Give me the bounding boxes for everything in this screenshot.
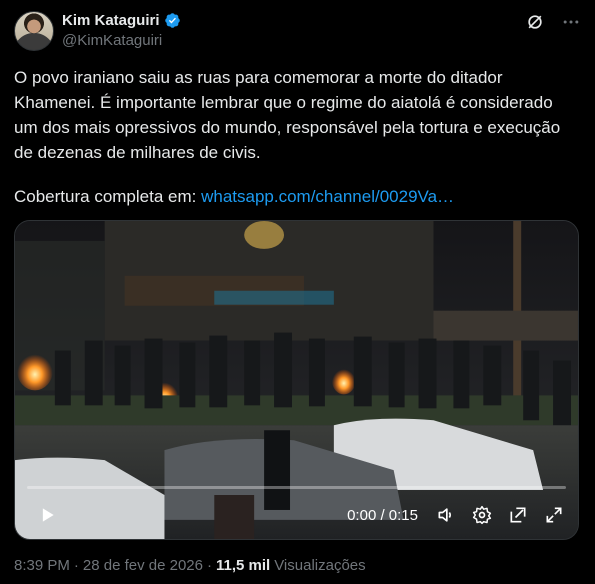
fullscreen-icon[interactable] [542,503,566,527]
views-count: 11,5 mil [215,557,271,574]
video-controls: 0:00 / 0:15 [15,491,578,539]
video-progress-bar[interactable] [27,486,566,489]
meta-separator: · [73,557,79,574]
tweet-link[interactable]: whatsapp.com/channel/0029Va… [201,187,454,206]
meta-separator: · [206,557,212,574]
tweet-text: O povo iraniano saiu as ruas para comemo… [14,68,561,162]
grok-icon[interactable] [525,12,545,32]
link-prefix: Cobertura completa em: [14,187,202,206]
top-actions [525,12,581,32]
author-name-row: Kim Kataguiri [62,12,181,29]
play-icon[interactable] [35,503,59,527]
tweet-time[interactable]: 8:39 PM [14,557,70,574]
tweet: Kim Kataguiri @KimKataguiri O povo irani… [0,0,595,584]
settings-icon[interactable] [470,503,494,527]
tweet-meta: 8:39 PM · 28 de fev de 2026 · 11,5 mil V… [14,557,366,574]
volume-icon[interactable] [434,503,458,527]
video-timecode: 0:00 / 0:15 [347,506,418,524]
picture-in-picture-icon[interactable] [506,503,530,527]
tweet-link-line: Cobertura completa em: whatsapp.com/chan… [14,184,454,209]
more-icon[interactable] [561,12,581,32]
views-label: Visualizações [274,557,366,574]
author-handle[interactable]: @KimKataguiri [62,32,162,49]
author-display-name[interactable]: Kim Kataguiri [62,12,160,29]
verified-badge-icon [164,13,180,28]
video-player[interactable]: 0:00 / 0:15 [14,220,579,540]
tweet-date[interactable]: 28 de fev de 2026 [83,557,203,574]
avatar[interactable] [14,11,54,51]
